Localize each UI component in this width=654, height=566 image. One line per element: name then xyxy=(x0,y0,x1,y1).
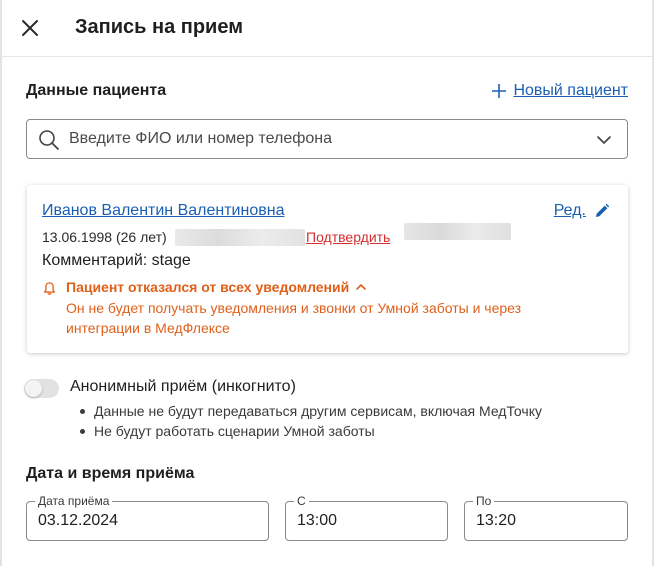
anonymous-label: Анонимный приём (инкогнито) xyxy=(70,378,296,395)
patient-name-link[interactable]: Иванов Валентин Валентиновна xyxy=(42,202,284,220)
anonymous-notes: Данные не будут передаваться другим серв… xyxy=(78,401,542,441)
bell-icon xyxy=(43,282,56,295)
search-input[interactable] xyxy=(69,120,569,158)
redacted-info xyxy=(404,223,511,240)
chevron-down-icon[interactable] xyxy=(595,131,613,149)
list-item: Не будут работать сценарии Умной заботы xyxy=(78,421,542,441)
patient-birth-date: 13.06.1998 (26 лет) xyxy=(42,229,167,245)
search-icon xyxy=(39,130,59,150)
list-item: Данные не будут передаваться другим серв… xyxy=(78,401,542,421)
close-icon[interactable] xyxy=(18,16,42,40)
time-from-input[interactable] xyxy=(297,502,434,540)
patient-section-title: Данные пациента xyxy=(26,82,167,99)
patient-comment: Комментарий: stage xyxy=(42,252,191,269)
new-patient-label: Новый пациент xyxy=(513,82,628,99)
chevron-up-icon xyxy=(356,284,367,290)
patient-card: Иванов Валентин Валентиновна Ред. 13.06.… xyxy=(27,185,628,353)
redacted-phone xyxy=(175,229,305,246)
modal-title: Запись на прием xyxy=(75,16,244,38)
warning-title: Пациент отказался от всех уведомлений xyxy=(66,279,350,295)
datetime-section-title: Дата и время приёма xyxy=(26,465,195,482)
date-field[interactable]: Дата приёма xyxy=(26,494,269,541)
toggle-knob xyxy=(25,380,42,397)
edit-label: Ред. xyxy=(553,202,586,219)
edit-patient-button[interactable]: Ред. xyxy=(554,202,610,220)
new-patient-link[interactable]: Новый пациент xyxy=(491,82,628,100)
warning-text: Он не будет получать уведомления и звонк… xyxy=(66,300,522,336)
notification-warning-toggle[interactable]: Пациент отказался от всех уведомлений xyxy=(66,279,367,295)
confirm-link[interactable]: Подтвердить xyxy=(306,229,390,245)
pencil-icon xyxy=(596,203,610,217)
time-to-input[interactable] xyxy=(476,502,614,540)
anonymous-toggle[interactable] xyxy=(24,379,59,398)
patient-search[interactable] xyxy=(26,119,628,159)
time-to-field[interactable]: По xyxy=(464,494,628,541)
modal-header: Запись на прием xyxy=(0,0,654,57)
time-from-field[interactable]: С xyxy=(285,494,448,541)
plus-icon xyxy=(492,84,507,98)
date-input[interactable] xyxy=(38,502,243,540)
